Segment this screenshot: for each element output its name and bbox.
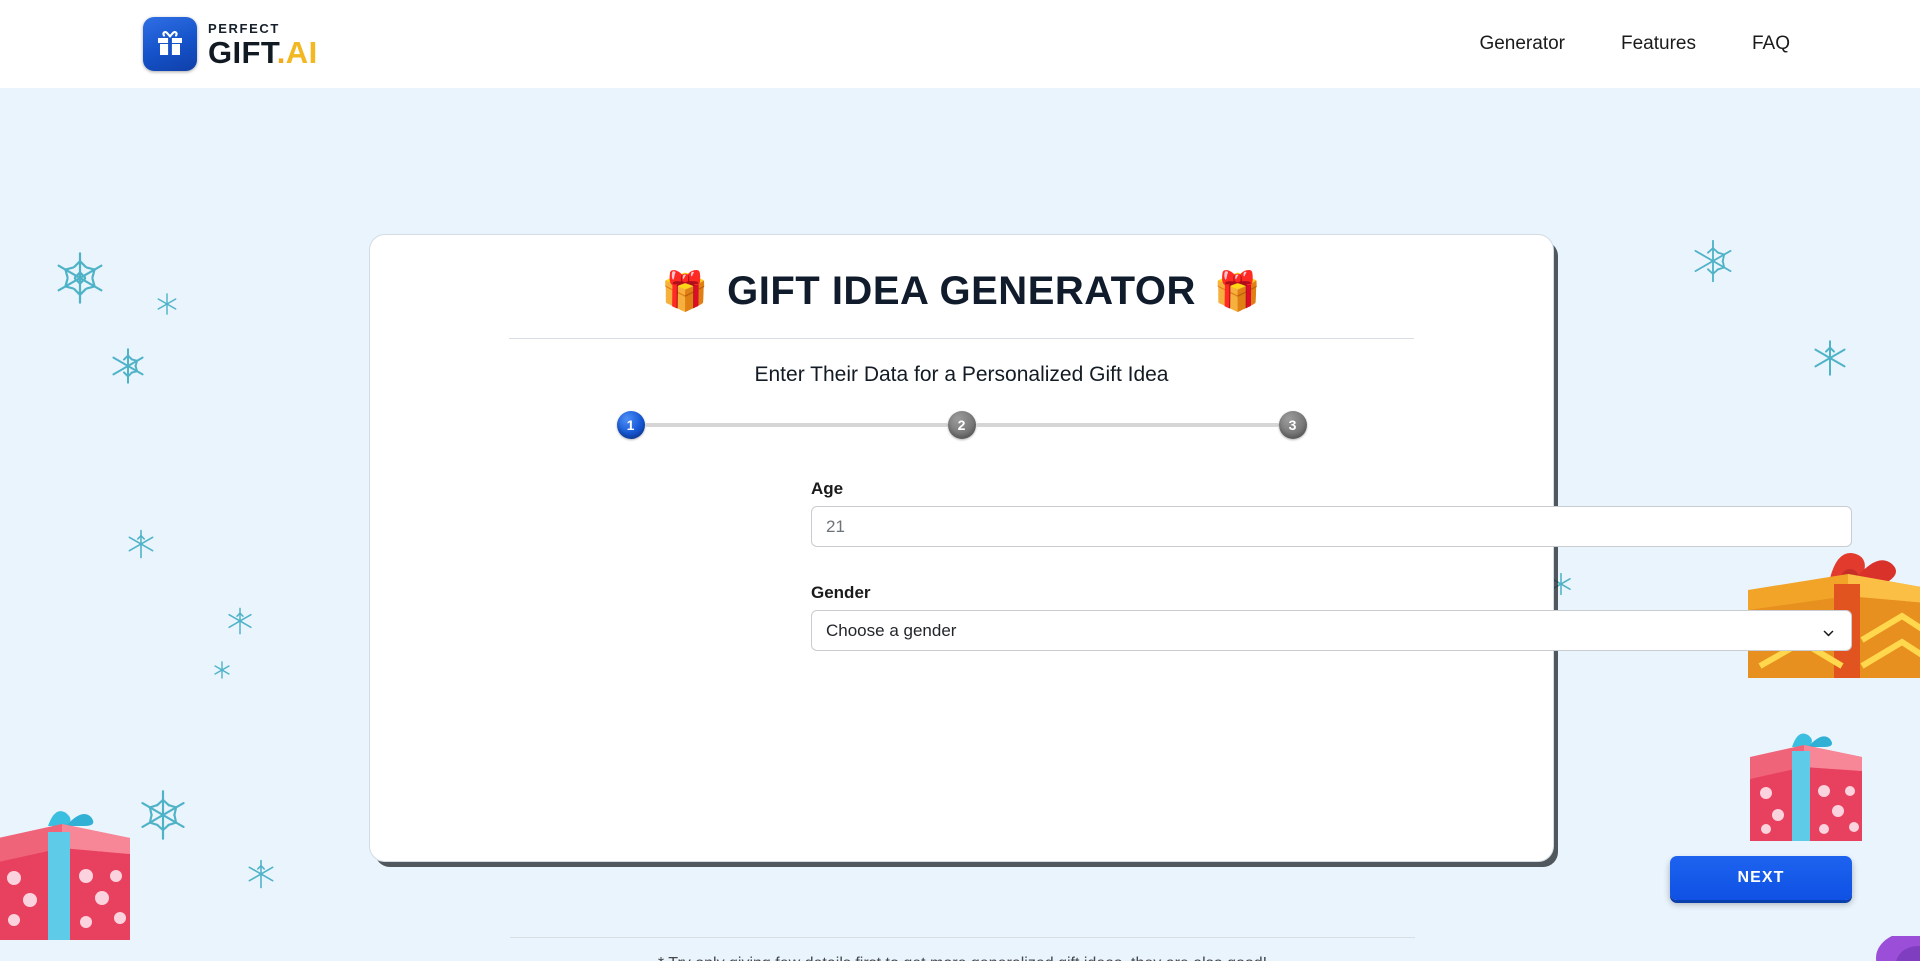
site-header: PERFECT GIFT.AI Generator Features FAQ: [0, 0, 1920, 88]
snowflake-icon: [1690, 238, 1736, 284]
snowflake-icon: [52, 250, 108, 306]
snowflake-icon: [1810, 338, 1850, 378]
title-divider: [509, 338, 1414, 339]
gift-box-pink-right-decoration: [1742, 723, 1870, 850]
generator-title: 🎁 GIFT IDEA GENERATOR 🎁: [370, 269, 1553, 314]
nav-item-faq[interactable]: FAQ: [1752, 33, 1790, 55]
age-label: Age: [811, 479, 844, 498]
gift-box-pink-left-decoration: [0, 800, 140, 955]
generator-title-text: GIFT IDEA GENERATOR: [727, 269, 1196, 313]
page-body: 🎁 GIFT IDEA GENERATOR 🎁 Enter Their Data…: [0, 88, 1920, 961]
gender-select[interactable]: Choose a gender: [811, 610, 1852, 651]
snowflake-icon: [136, 788, 190, 842]
gender-selected-value: Choose a gender: [826, 620, 957, 640]
step-connector-2: [975, 423, 1279, 427]
snowflake-icon: [245, 858, 277, 890]
gender-field-group: Gender Choose a gender: [811, 583, 1852, 651]
brand-top-word: PERFECT: [208, 20, 280, 36]
step-2[interactable]: 2: [947, 411, 976, 439]
gift-box-teal-decoration: [1782, 932, 1920, 961]
step-connector-1: [644, 423, 948, 427]
step-3[interactable]: 3: [1278, 411, 1307, 439]
generator-subtitle: Enter Their Data for a Personalized Gift…: [754, 363, 1169, 386]
brand-logo[interactable]: PERFECT GIFT.AI: [143, 17, 318, 71]
age-input[interactable]: 21: [811, 506, 1852, 547]
next-button[interactable]: NEXT: [1670, 856, 1852, 900]
step-indicator: 1 2 3: [616, 411, 1307, 439]
chevron-down-icon: [1822, 624, 1835, 637]
age-field-group: Age 21: [811, 479, 1852, 547]
nav-item-features[interactable]: Features: [1621, 33, 1696, 55]
snowflake-icon: [125, 528, 157, 560]
gift-emoji-right: 🎁: [1213, 270, 1262, 313]
snowflake-icon: [225, 606, 255, 636]
main-navigation: Generator Features FAQ: [1479, 0, 1790, 88]
nav-item-generator[interactable]: Generator: [1479, 33, 1565, 55]
snowflake-icon: [108, 346, 148, 386]
step-1[interactable]: 1: [616, 411, 645, 439]
gift-generator-card: 🎁 GIFT IDEA GENERATOR 🎁 Enter Their Data…: [369, 234, 1852, 961]
brand-bottom-word: GIFT.AI: [208, 34, 318, 70]
next-button-wrapper: NEXT: [1670, 856, 1852, 900]
gift-emoji-left: 🎁: [661, 270, 710, 313]
brand-dot: .: [276, 34, 286, 70]
gender-label: Gender: [811, 583, 871, 602]
snowflake-icon: [155, 292, 179, 316]
snowflake-icon: [212, 660, 232, 680]
brand-ai: AI: [285, 34, 318, 70]
footer-divider: [510, 937, 1415, 938]
field-spacer: [811, 547, 1813, 583]
gift-box-icon: [143, 17, 197, 71]
brand-wordmark: PERFECT GIFT.AI: [208, 21, 318, 68]
generator-form: Age 21 Gender Choose a gender: [811, 479, 1852, 651]
generator-footer-note: * Try only giving few details first to g…: [370, 955, 1555, 961]
